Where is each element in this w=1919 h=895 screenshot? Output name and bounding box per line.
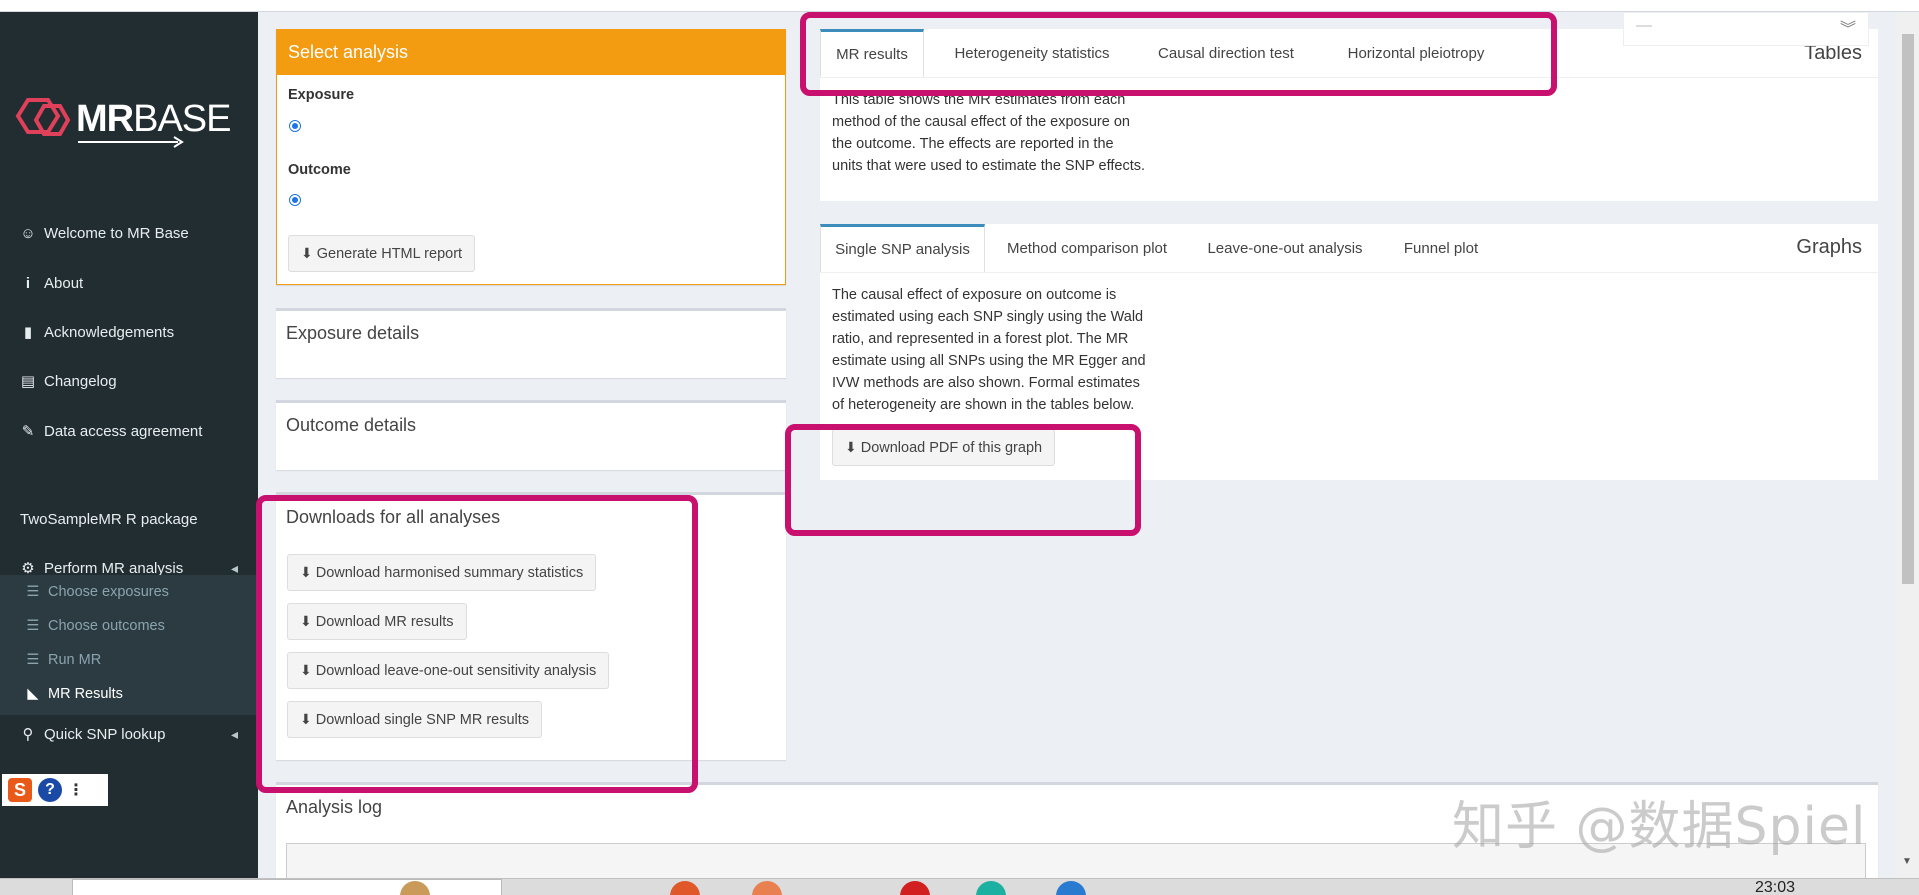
taskbar-app-icon[interactable] bbox=[670, 881, 700, 895]
outcome-details-title: Outcome details bbox=[286, 415, 417, 435]
scroll-thumb[interactable] bbox=[1902, 34, 1914, 584]
file-icon: ▤ bbox=[20, 373, 36, 390]
taskbar-app-icon[interactable] bbox=[752, 881, 782, 895]
collapse-widget: ︾ bbox=[1623, 12, 1869, 46]
taskbar: 23:03 bbox=[0, 878, 1919, 895]
help-icon[interactable]: ? bbox=[38, 778, 62, 802]
minus-icon[interactable] bbox=[1636, 25, 1652, 27]
select-analysis-title: Select analysis bbox=[277, 29, 785, 75]
sidebar-subitem-label: MR Results bbox=[48, 686, 123, 702]
sliders-icon: ☰ bbox=[26, 618, 40, 634]
sidebar-subitem-label: Choose outcomes bbox=[48, 618, 165, 634]
chevron-left-icon: ◂ bbox=[230, 725, 238, 742]
sidebar: MRBASE ☺ Welcome to MR Base i About ▮ Ackno… bbox=[0, 12, 258, 878]
sidebar-item-label: Welcome to MR Base bbox=[44, 224, 189, 242]
sidebar-item-label: Perform MR analysis bbox=[44, 559, 184, 577]
perform-mr-submenu: ☰ Choose exposures ☰ Choose outcomes ☰ Run … bbox=[0, 575, 258, 715]
tab-funnel-plot[interactable]: Funnel plot bbox=[1388, 224, 1494, 272]
smile-icon: ☺ bbox=[20, 224, 36, 242]
graphs-label: Graphs bbox=[1796, 236, 1862, 258]
sidebar-item-welcome[interactable]: ☺ Welcome to MR Base bbox=[0, 213, 258, 253]
sidebar-item-changelog[interactable]: ▤ Changelog bbox=[0, 361, 258, 401]
tabs-divider bbox=[820, 272, 1878, 273]
highlight-tables-tabs bbox=[800, 12, 1557, 96]
select-analysis-box: Select analysis Exposure Outcome ⬇ Genera… bbox=[276, 29, 786, 285]
sidebar-subitem-run-mr[interactable]: ☰ Run MR bbox=[0, 643, 258, 677]
sidebar-item-label: Changelog bbox=[44, 372, 117, 390]
tables-description: This table shows the MR estimates from e… bbox=[832, 92, 1145, 174]
page-scrollbar[interactable]: ▼ bbox=[1897, 12, 1919, 878]
exposure-radio[interactable] bbox=[289, 120, 301, 132]
area-chart-icon: ◣ bbox=[27, 686, 39, 702]
highlight-download-pdf bbox=[785, 424, 1141, 536]
tab-method-comparison-plot[interactable]: Method comparison plot bbox=[996, 224, 1178, 272]
exposure-details-title: Exposure details bbox=[286, 323, 420, 343]
sidebar-subitem-label: Run MR bbox=[48, 652, 102, 668]
book-icon: ▮ bbox=[23, 324, 33, 341]
tab-leave-one-out-analysis[interactable]: Leave-one-out analysis bbox=[1192, 224, 1378, 272]
button-label: Generate HTML report bbox=[316, 245, 463, 262]
sidebar-item-label: Quick SNP lookup bbox=[44, 725, 166, 743]
extension-s-icon[interactable]: S bbox=[8, 778, 32, 802]
info-icon: i bbox=[25, 274, 31, 292]
search-icon: ⚲ bbox=[22, 726, 34, 743]
chevron-double-down-icon[interactable]: ︾ bbox=[1840, 15, 1856, 39]
sidebar-subitem-choose-outcomes[interactable]: ☰ Choose outcomes bbox=[0, 609, 258, 643]
graphs-description: The causal effect of exposure on outcome… bbox=[832, 287, 1146, 413]
sidebar-item-acknowledgements[interactable]: ▮ Acknowledgements bbox=[0, 312, 258, 352]
taskbar-clock: 23:03 bbox=[1755, 879, 1796, 895]
generate-html-report-button[interactable]: ⬇ Generate HTML report bbox=[288, 235, 476, 272]
hexagon-logo-icon bbox=[15, 98, 71, 136]
sidebar-item-label: TwoSampleMR R package bbox=[20, 510, 198, 528]
sliders-icon: ☰ bbox=[26, 652, 40, 668]
exposure-details-box: Exposure details bbox=[276, 308, 786, 378]
sidebar-subitem-choose-exposures[interactable]: ☰ Choose exposures bbox=[0, 575, 258, 609]
highlight-downloads bbox=[256, 495, 698, 793]
sidebar-item-quick-snp-lookup[interactable]: ⚲ Quick SNP lookup ◂ bbox=[0, 714, 258, 754]
scroll-down-icon[interactable]: ▼ bbox=[1902, 856, 1912, 867]
download-icon: ⬇ bbox=[301, 245, 313, 261]
sidebar-item-data-access[interactable]: ✎ Data access agreement bbox=[0, 411, 258, 451]
watermark: 知乎 @数据Spiel bbox=[1452, 797, 1867, 857]
outcome-label: Outcome bbox=[288, 162, 351, 178]
taskbar-app-icon[interactable] bbox=[976, 881, 1006, 895]
sidebar-item-about[interactable]: i About bbox=[0, 263, 258, 303]
chevron-left-icon: ◂ bbox=[230, 559, 238, 576]
sidebar-item-twosamplemr[interactable]: TwoSampleMR R package bbox=[0, 499, 258, 539]
taskbar-app-icon[interactable] bbox=[1056, 881, 1086, 895]
sidebar-item-label: Acknowledgements bbox=[44, 323, 175, 341]
more-vertical-icon[interactable]: ⋮ bbox=[68, 780, 84, 800]
sidebar-item-label: About bbox=[44, 274, 84, 292]
taskbar-app-icon[interactable] bbox=[900, 881, 930, 895]
browser-extension-bar: S ? ⋮ bbox=[2, 774, 108, 806]
logo-text: MRBASE bbox=[76, 98, 232, 140]
sidebar-subitem-mr-results[interactable]: ◣ MR Results bbox=[0, 677, 258, 711]
exposure-label: Exposure bbox=[288, 87, 355, 103]
mrbase-logo[interactable]: MRBASE bbox=[14, 88, 234, 150]
tab-single-snp-analysis[interactable]: Single SNP analysis bbox=[820, 224, 985, 272]
taskbar-search-box[interactable] bbox=[72, 879, 502, 895]
top-strip bbox=[0, 0, 1919, 12]
outcome-radio[interactable] bbox=[289, 194, 301, 206]
sidebar-item-label: Data access agreement bbox=[44, 422, 203, 440]
logo-underline-icon bbox=[78, 136, 184, 148]
gavel-icon: ✎ bbox=[21, 423, 35, 440]
sidebar-subitem-label: Choose exposures bbox=[48, 584, 169, 600]
sliders-icon: ☰ bbox=[26, 584, 40, 600]
outcome-details-box: Outcome details bbox=[276, 400, 786, 470]
